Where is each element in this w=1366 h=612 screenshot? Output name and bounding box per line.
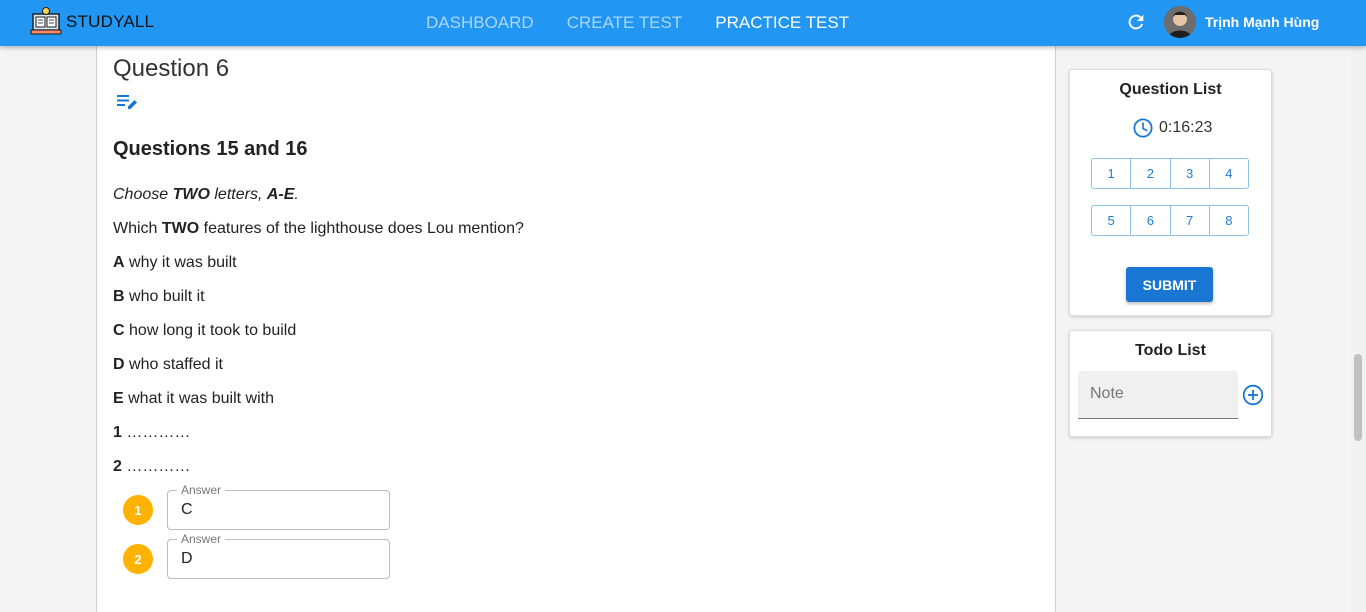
brand-name: STUDYALL [66, 12, 155, 31]
avatar[interactable] [1164, 6, 1196, 38]
todo-list-card: Todo List [1069, 330, 1272, 437]
option-a: A why it was built [113, 254, 237, 271]
question-nav-row-2: 5 6 7 8 [1091, 205, 1249, 236]
answer-field-2[interactable]: Answer D [167, 532, 390, 579]
question-nav-button[interactable]: 3 [1171, 159, 1210, 188]
option-b: B who built it [113, 288, 205, 305]
instruction-text: Choose TWO letters, A-E. [113, 186, 299, 203]
question-panel: Question 6 Questions 15 and 16 Choose TW… [96, 46, 1056, 612]
edit-note-icon[interactable] [117, 93, 139, 111]
question-nav-button[interactable]: 2 [1131, 159, 1171, 188]
question-nav-button[interactable]: 6 [1131, 206, 1171, 235]
submit-button[interactable]: SUBMIT [1126, 267, 1213, 302]
question-prompt: Which TWO features of the lighthouse doe… [113, 220, 524, 237]
note-input[interactable] [1078, 371, 1240, 416]
question-title: Question 6 [113, 55, 230, 82]
answer-row-2: 2 Answer D [123, 532, 390, 579]
blank-1: 1 ………… [113, 424, 191, 441]
user-photo-icon [1164, 6, 1196, 38]
timer: 0:16:23 [1133, 118, 1212, 138]
question-list-card: Question List 0:16:23 1 2 3 4 5 6 7 8 SU… [1069, 69, 1272, 316]
page-scrollbar[interactable] [1351, 46, 1366, 612]
top-app-bar: STUDYALL DASHBOARD CREATE TEST PRACTICE … [0, 0, 1366, 46]
question-nav-button[interactable]: 8 [1210, 206, 1248, 235]
scrollbar-thumb[interactable] [1354, 354, 1362, 441]
refresh-icon[interactable] [1125, 11, 1147, 33]
todo-list-title: Todo List [1135, 342, 1206, 359]
user-name[interactable]: Trịnh Mạnh Hùng [1205, 14, 1319, 30]
question-list-title: Question List [1119, 81, 1222, 98]
question-nav-row-1: 1 2 3 4 [1091, 158, 1249, 189]
answer-field-1[interactable]: Answer C [167, 483, 390, 530]
option-e: E what it was built with [113, 390, 274, 407]
question-nav-button[interactable]: 4 [1210, 159, 1248, 188]
nav-dashboard[interactable]: DASHBOARD [426, 13, 534, 33]
question-nav-button[interactable]: 5 [1092, 206, 1132, 235]
answer-field-label: Answer [177, 532, 226, 546]
nav-create-test[interactable]: CREATE TEST [567, 13, 683, 33]
option-c: C how long it took to build [113, 322, 297, 339]
note-field [1078, 371, 1240, 419]
timer-value: 0:16:23 [1159, 119, 1213, 136]
answer-step-badge: 2 [123, 544, 153, 574]
nav-practice-test[interactable]: PRACTICE TEST [715, 13, 849, 33]
answer-value: D [181, 550, 193, 567]
question-nav-button[interactable]: 1 [1092, 159, 1132, 188]
question-nav-button[interactable]: 7 [1171, 206, 1210, 235]
add-circle-icon[interactable] [1242, 384, 1264, 406]
answer-step-badge: 1 [123, 495, 153, 525]
answer-row-1: 1 Answer C [123, 483, 390, 530]
clock-icon [1133, 118, 1153, 138]
answer-value: C [181, 501, 193, 518]
studyall-logo-icon [30, 7, 62, 35]
answer-field-label: Answer [177, 483, 226, 497]
section-heading: Questions 15 and 16 [113, 138, 308, 160]
logo[interactable]: STUDYALL [30, 6, 154, 38]
option-d: D who staffed it [113, 356, 223, 373]
main-nav: DASHBOARD CREATE TEST PRACTICE TEST [426, 0, 882, 46]
blank-2: 2 ………… [113, 458, 191, 475]
